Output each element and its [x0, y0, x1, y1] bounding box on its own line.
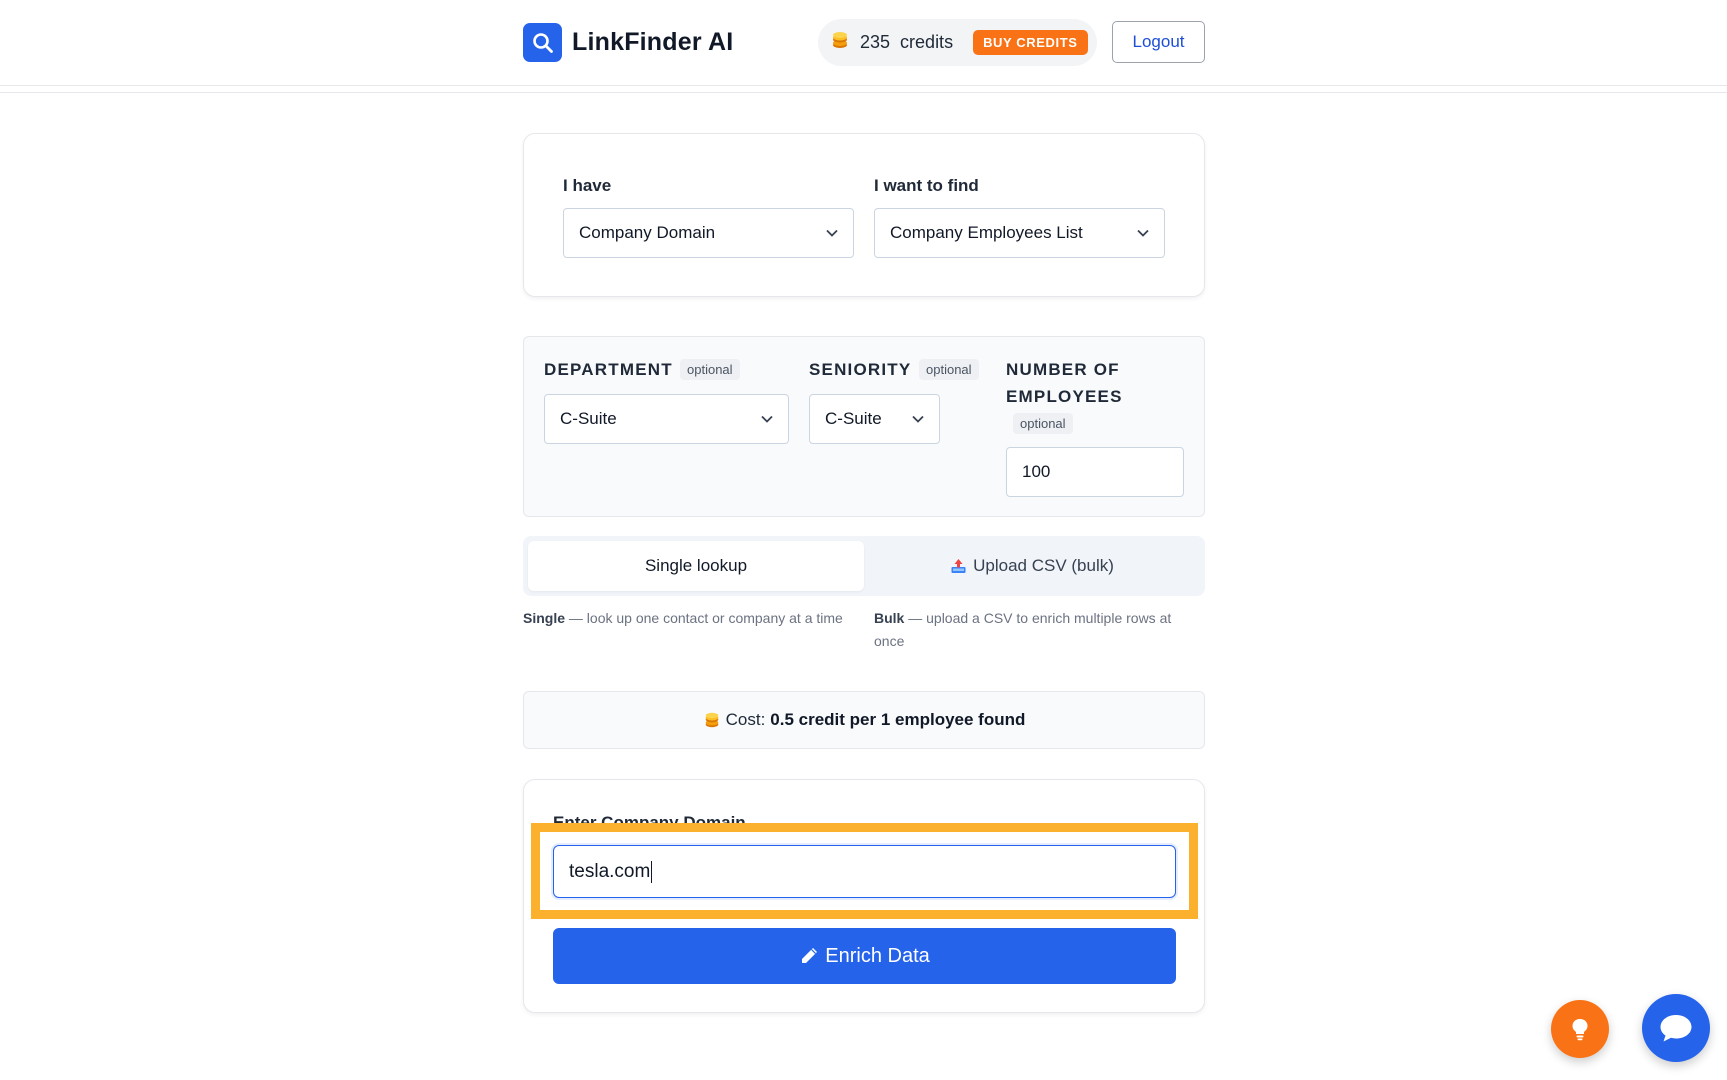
header-divider [0, 92, 1727, 93]
lookup-mode-toggle: Single lookup Upload CSV (bulk) [523, 536, 1205, 596]
tab-single-lookup-label: Single lookup [644, 556, 748, 575]
ideas-button[interactable] [1551, 1000, 1609, 1058]
chevron-down-icon [912, 415, 924, 423]
chevron-down-icon [761, 415, 773, 423]
logout-button[interactable]: Logout [1112, 21, 1205, 63]
bulk-desc-text: — upload a CSV to enrich multiple rows a… [874, 610, 1172, 649]
single-mode-description: Single — look up one contact or company … [523, 607, 853, 630]
bulk-desc-strong: Bulk [874, 610, 905, 626]
tab-upload-csv-label: Upload CSV (bulk) [973, 556, 1114, 575]
brand-name: LinkFinder AI [572, 28, 734, 56]
buy-credits-button[interactable]: BUY CREDITS [973, 30, 1088, 55]
optional-badge: optional [919, 359, 979, 380]
chevron-down-icon [826, 229, 838, 237]
find-select[interactable]: Company Employees List [874, 208, 1165, 258]
credits-word: credits [900, 32, 954, 52]
optional-badge: optional [1013, 413, 1073, 434]
chat-bubble-icon [1660, 1015, 1692, 1042]
employees-label-line2: EMPLOYEES [1006, 387, 1123, 406]
single-desc-text: — look up one contact or company at a ti… [565, 610, 843, 626]
bulk-mode-description: Bulk — upload a CSV to enrich multiple r… [874, 607, 1204, 653]
enrich-data-button[interactable]: Enrich Data [553, 928, 1176, 984]
single-desc-strong: Single [523, 610, 566, 626]
filters-panel: DEPARTMENT optional C-Suite SENIORITY op… [523, 336, 1205, 517]
lightbulb-icon [1572, 1019, 1588, 1041]
domain-input-label: Enter Company Domain [553, 813, 746, 832]
seniority-select[interactable]: C-Suite [809, 394, 940, 444]
find-label: I want to find [874, 176, 979, 195]
brand[interactable]: LinkFinder AI [523, 23, 733, 62]
upload-tray-icon [950, 558, 967, 575]
credits-count: 235 [860, 32, 891, 52]
employees-label-line1: NUMBER OF [1006, 360, 1120, 379]
source-target-card: I have Company Domain I want to find Com… [523, 133, 1205, 297]
text-caret [651, 860, 653, 883]
coins-icon [703, 711, 721, 729]
cost-prefix: Cost: [725, 710, 766, 729]
coins-icon [830, 30, 850, 55]
have-label: I have [563, 176, 612, 195]
seniority-label: SENIORITY [809, 360, 912, 379]
department-select[interactable]: C-Suite [544, 394, 789, 444]
employees-count-value: 100 [1022, 462, 1051, 481]
have-select[interactable]: Company Domain [563, 208, 854, 258]
tab-upload-csv[interactable]: Upload CSV (bulk) [864, 541, 1200, 591]
department-label: DEPARTMENT [544, 360, 673, 379]
optional-badge: optional [680, 359, 740, 380]
cost-info: Cost: 0.5 credit per 1 employee found [523, 691, 1205, 749]
find-select-value: Company Employees List [890, 223, 1083, 242]
app-header: LinkFinder AI 235 credits BUY CREDITS Lo… [0, 0, 1727, 86]
credits-pill: 235 credits BUY CREDITS [818, 19, 1097, 66]
seniority-select-value: C-Suite [825, 409, 882, 428]
chat-button[interactable] [1642, 994, 1710, 1062]
have-select-value: Company Domain [579, 223, 716, 242]
pencil-icon [799, 946, 819, 966]
company-domain-value: tesla.com [569, 860, 651, 882]
enrich-data-label: Enrich Data [825, 944, 930, 967]
company-domain-input[interactable]: tesla.com [553, 845, 1176, 898]
search-icon [523, 23, 562, 62]
department-select-value: C-Suite [560, 409, 617, 428]
cost-value: 0.5 credit per 1 employee found [770, 710, 1026, 729]
chevron-down-icon [1137, 229, 1149, 237]
tab-single-lookup[interactable]: Single lookup [528, 541, 864, 591]
employees-count-input[interactable]: 100 [1006, 447, 1184, 497]
